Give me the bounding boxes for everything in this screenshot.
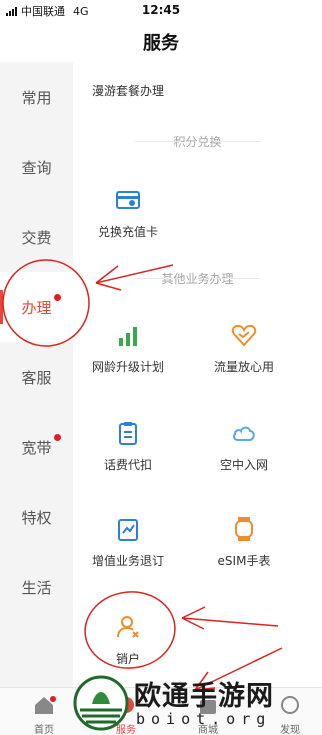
sidebar-item-label: 生活 xyxy=(21,578,52,597)
esim-watch-item[interactable]: eSIM手表 xyxy=(189,516,299,569)
signal-bars-icon xyxy=(119,327,137,346)
roaming-package-item[interactable]: 漫游套餐办理 xyxy=(73,80,183,99)
sidebar-item-label: 办理 xyxy=(21,298,52,317)
watch-icon xyxy=(235,517,253,541)
notification-dot xyxy=(54,294,61,301)
notification-dot xyxy=(50,696,56,702)
item-label: 网龄升级计划 xyxy=(91,360,164,374)
sidebar-item-common[interactable]: 常用 xyxy=(0,62,73,132)
item-label: 空中入网 xyxy=(219,458,268,472)
sky-internet-item[interactable]: 空中入网 xyxy=(189,420,299,473)
sidebar-item-broadband[interactable]: 宽带 xyxy=(0,412,73,482)
watermark: 欧通手游网 boiot.org xyxy=(72,670,322,735)
sidebar-item-service[interactable]: 客服 xyxy=(0,342,73,412)
watermark-text: 欧通手游网 xyxy=(134,681,274,712)
item-label: eSIM手表 xyxy=(217,554,271,568)
cloud-icon xyxy=(233,426,255,441)
user-remove-icon xyxy=(117,616,139,638)
navbar: 服务 xyxy=(0,20,322,62)
item-label: 流量放心用 xyxy=(213,360,274,374)
sidebar-item-privilege[interactable]: 特权 xyxy=(0,482,73,552)
sidebar-item-label: 交费 xyxy=(21,228,52,247)
sidebar-item-label: 常用 xyxy=(21,88,52,107)
value-added-unsubscribe-item[interactable]: 增值业务退订 xyxy=(73,516,183,569)
tab-home[interactable]: 首页 xyxy=(12,688,76,735)
sidebar-item-query[interactable]: 查询 xyxy=(0,132,73,202)
category-sidebar: 常用 查询 交费 办理 客服 宽带 特权 生活 xyxy=(0,62,73,687)
sidebar-item-label: 宽带 xyxy=(21,438,52,457)
status-bar: 中国联通 4G 12:45 xyxy=(0,0,322,20)
service-content: 漫游套餐办理 积分兑换 兑换充值卡 其他业务办理 网龄升级计划 流量放心用 话费… xyxy=(73,62,322,687)
sidebar-item-handle[interactable]: 办理 xyxy=(0,272,73,342)
sidebar-item-label: 客服 xyxy=(21,368,52,387)
recharge-card-icon xyxy=(116,191,140,209)
watermark-logo-icon xyxy=(73,675,129,731)
data-assurance-item[interactable]: 流量放心用 xyxy=(189,322,299,375)
item-label: 话费代扣 xyxy=(103,458,152,472)
cancel-account-item[interactable]: 销户 xyxy=(73,614,183,667)
sidebar-item-payment[interactable]: 交费 xyxy=(0,202,73,272)
clipboard-icon xyxy=(119,422,137,445)
sidebar-item-label: 特权 xyxy=(21,508,52,527)
item-label: 销户 xyxy=(115,652,140,666)
item-label: 兑换充值卡 xyxy=(97,225,158,239)
sidebar-item-label: 查询 xyxy=(21,158,52,177)
section-title-points: 积分兑换 xyxy=(73,133,322,150)
notification-dot xyxy=(54,434,61,441)
chart-return-icon xyxy=(118,519,138,541)
item-label: 增值业务退订 xyxy=(91,554,164,568)
item-label: 漫游套餐办理 xyxy=(91,84,164,98)
fee-deduction-item[interactable]: 话费代扣 xyxy=(73,420,183,473)
recharge-card-item[interactable]: 兑换充值卡 xyxy=(73,187,183,240)
watermark-subtext: boiot.org xyxy=(136,710,272,728)
sidebar-item-life[interactable]: 生活 xyxy=(0,552,73,622)
page-title: 服务 xyxy=(143,33,179,54)
network-age-upgrade-item[interactable]: 网龄升级计划 xyxy=(73,322,183,375)
section-title-other: 其他业务办理 xyxy=(73,270,322,287)
tab-label: 首页 xyxy=(34,725,54,735)
clock: 12:45 xyxy=(141,3,181,17)
heart-icon xyxy=(231,324,257,347)
